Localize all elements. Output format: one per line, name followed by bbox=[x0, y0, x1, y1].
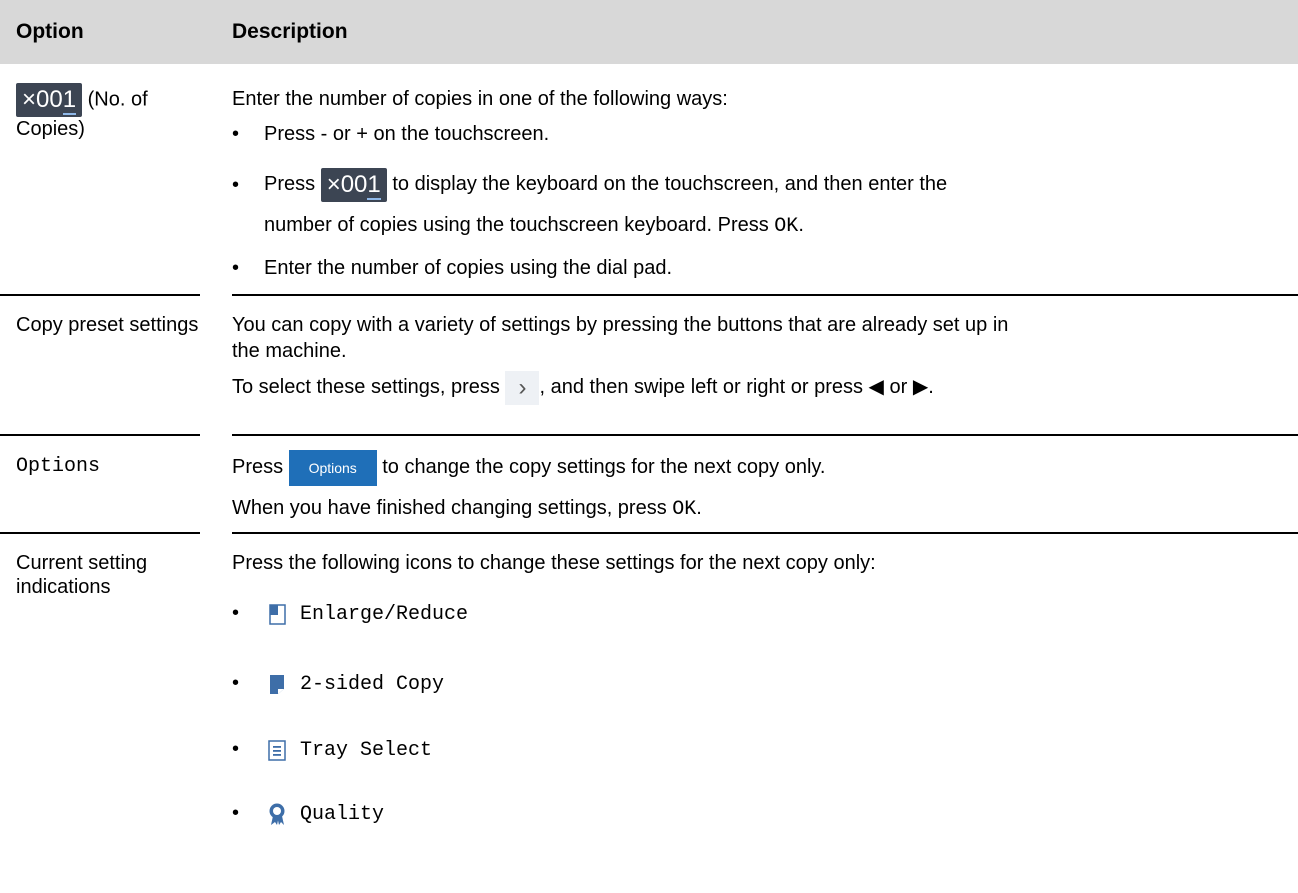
copies-bullet-keyboard-cont: number of copies using the touchscreen k… bbox=[264, 214, 804, 238]
bullet: • bbox=[232, 123, 240, 145]
bullet: • bbox=[232, 174, 240, 196]
row-divider bbox=[232, 294, 1298, 296]
current-option-label: Current setting indications bbox=[16, 552, 148, 598]
copies-option-cell: ×001 (No. of Copies) bbox=[16, 83, 206, 141]
options-desc-line1: Press Options to change the copy setting… bbox=[232, 449, 825, 486]
quality-icon[interactable] bbox=[264, 801, 290, 827]
bullet: • bbox=[232, 738, 240, 760]
row-divider bbox=[0, 294, 200, 296]
list-item-enlarge-reduce: Enlarge/Reduce bbox=[264, 596, 468, 632]
list-item-quality: Quality bbox=[264, 796, 384, 832]
bullet: • bbox=[232, 257, 240, 279]
preset-option-label: Copy preset settings bbox=[16, 314, 199, 336]
table-header: Option Description bbox=[0, 0, 1298, 64]
current-intro: Press the following icons to change thes… bbox=[232, 552, 876, 574]
header-description: Description bbox=[232, 20, 348, 43]
ok-key: OK bbox=[774, 215, 799, 238]
two-sided-copy-icon[interactable] bbox=[264, 671, 290, 697]
copies-button[interactable]: ×001 bbox=[16, 83, 83, 117]
list-item-2-sided-copy: 2-sided Copy bbox=[264, 666, 444, 702]
bullet: • bbox=[232, 672, 240, 694]
preset-desc-line3: To select these settings, press ›, and t… bbox=[232, 370, 934, 405]
row-divider bbox=[232, 532, 1298, 534]
copies-bullet-dial-pad: Enter the number of copies using the dia… bbox=[264, 257, 673, 279]
row-divider bbox=[0, 434, 200, 436]
bullet: • bbox=[232, 602, 240, 624]
options-table: Option Description ×001 (No. of Copies) … bbox=[0, 0, 1298, 893]
ok-key: OK bbox=[672, 498, 697, 521]
row-divider bbox=[232, 434, 1298, 436]
list-item-tray-select: Tray Select bbox=[264, 732, 432, 768]
preset-desc-line2: the machine. bbox=[232, 340, 347, 362]
copies-bullet-keyboard: Press ×001 to display the keyboard on th… bbox=[264, 167, 947, 202]
row-divider bbox=[0, 532, 200, 534]
bullet: • bbox=[232, 802, 240, 824]
copies-button-inline[interactable]: ×001 bbox=[320, 167, 387, 202]
tray-select-icon[interactable] bbox=[264, 737, 290, 763]
options-desc-line2: When you have finished changing settings… bbox=[232, 497, 702, 521]
copies-bullet-plus-minus: Press - or + on the touchscreen. bbox=[264, 123, 550, 145]
chevron-right-icon[interactable]: › bbox=[505, 370, 540, 405]
header-option: Option bbox=[16, 20, 84, 43]
copies-intro: Enter the number of copies in one of the… bbox=[232, 88, 728, 110]
enlarge-reduce-icon[interactable] bbox=[264, 601, 290, 627]
preset-desc-line1: You can copy with a variety of settings … bbox=[232, 314, 1009, 336]
options-button[interactable]: Options bbox=[288, 449, 377, 486]
options-option-label: Options bbox=[16, 455, 101, 478]
